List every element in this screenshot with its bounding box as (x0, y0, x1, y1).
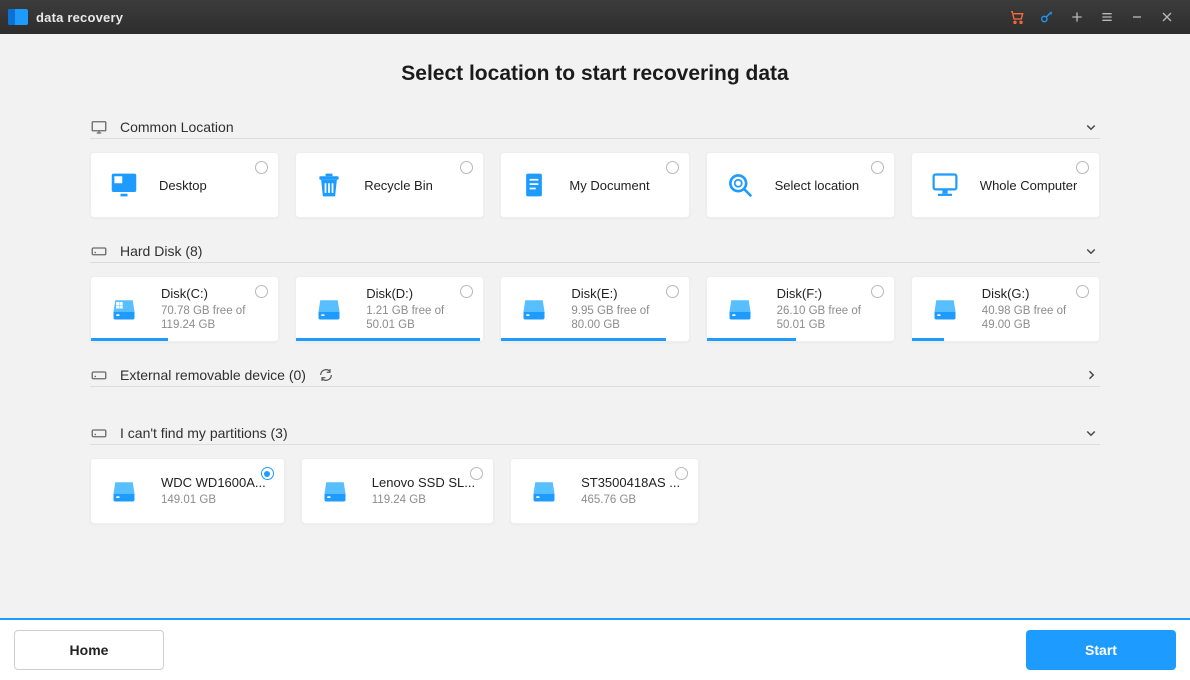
disk-label: Disk(E:) (571, 286, 670, 301)
lost-partition-card[interactable]: Lenovo SSD SL... 119.24 GB (301, 458, 494, 524)
usage-bar (707, 338, 797, 341)
radio-indicator (666, 161, 679, 174)
radio-indicator (666, 285, 679, 298)
partition-label: ST3500418AS ... (581, 475, 680, 490)
app-title: data recovery (36, 10, 123, 25)
footer: Home Start (0, 618, 1190, 680)
disk-card[interactable]: Disk(E:) 9.95 GB free of 80.00 GB (500, 276, 689, 342)
section-header-lost[interactable]: I can't find my partitions (3) (90, 422, 1100, 445)
radio-indicator (1076, 161, 1089, 174)
card-label: Select location (775, 178, 860, 193)
lost-partitions-grid: WDC WD1600A... 149.01 GB Lenovo SSD SL... 1… (90, 458, 1100, 524)
monitor-icon (90, 118, 108, 136)
disk-card[interactable]: Disk(D:) 1.21 GB free of 50.01 GB (295, 276, 484, 342)
titlebar: data recovery (0, 0, 1190, 34)
disk-card[interactable]: Disk(C:) 70.78 GB free of 119.24 GB (90, 276, 279, 342)
common-location-card[interactable]: My Document (500, 152, 689, 218)
chevron-down-icon (1082, 242, 1100, 260)
usage-bar (91, 338, 168, 341)
usage-bar (296, 338, 479, 341)
chevron-right-icon (1082, 366, 1100, 384)
disk-info: 9.95 GB free of 80.00 GB (571, 304, 670, 333)
radio-indicator (261, 467, 274, 480)
disk-info: 26.10 GB free of 50.01 GB (777, 304, 876, 333)
drive-icon (90, 242, 108, 260)
lost-partition-card[interactable]: WDC WD1600A... 149.01 GB (90, 458, 285, 524)
partition-label: WDC WD1600A... (161, 475, 266, 490)
section-header-common[interactable]: Common Location (90, 116, 1100, 139)
disk-label: Disk(G:) (982, 286, 1081, 301)
section-label: Common Location (120, 119, 1070, 135)
key-icon[interactable] (1032, 2, 1062, 32)
section-label: External removable device (0) (120, 367, 306, 383)
section-label: I can't find my partitions (3) (120, 425, 1070, 441)
card-label: Whole Computer (980, 178, 1078, 193)
menu-icon[interactable] (1092, 2, 1122, 32)
plus-icon[interactable] (1062, 2, 1092, 32)
chevron-down-icon (1082, 424, 1100, 442)
home-button[interactable]: Home (14, 630, 164, 670)
radio-indicator (871, 161, 884, 174)
lost-partition-card[interactable]: ST3500418AS ... 465.76 GB (510, 458, 699, 524)
radio-indicator (255, 161, 268, 174)
radio-indicator (255, 285, 268, 298)
partition-size: 119.24 GB (372, 493, 475, 507)
common-location-card[interactable]: Whole Computer (911, 152, 1100, 218)
drive-icon (90, 424, 108, 442)
usage-bar (501, 338, 666, 341)
section-header-harddisk[interactable]: Hard Disk (8) (90, 240, 1100, 263)
radio-indicator (1076, 285, 1089, 298)
disk-info: 40.98 GB free of 49.00 GB (982, 304, 1081, 333)
section-header-external[interactable]: External removable device (0) (90, 364, 1100, 387)
section-label: Hard Disk (8) (120, 243, 1070, 259)
radio-indicator (460, 161, 473, 174)
card-label: Recycle Bin (364, 178, 433, 193)
disk-info: 1.21 GB free of 50.01 GB (366, 304, 465, 333)
refresh-icon[interactable] (318, 367, 334, 383)
cart-icon[interactable] (1002, 2, 1032, 32)
radio-indicator (871, 285, 884, 298)
app-logo-icon (8, 9, 28, 25)
usage-bar (912, 338, 944, 341)
partition-size: 149.01 GB (161, 493, 266, 507)
page-title: Select location to start recovering data (90, 62, 1100, 86)
minimize-icon[interactable] (1122, 2, 1152, 32)
card-label: Desktop (159, 178, 207, 193)
disk-info: 70.78 GB free of 119.24 GB (161, 304, 260, 333)
chevron-down-icon (1082, 118, 1100, 136)
disk-label: Disk(F:) (777, 286, 876, 301)
disk-card[interactable]: Disk(F:) 26.10 GB free of 50.01 GB (706, 276, 895, 342)
card-label: My Document (569, 178, 649, 193)
drive-icon (90, 366, 108, 384)
common-location-card[interactable]: Desktop (90, 152, 279, 218)
common-location-grid: Desktop Recycle Bin My Document Select loca… (90, 152, 1100, 218)
start-button[interactable]: Start (1026, 630, 1176, 670)
disk-card[interactable]: Disk(G:) 40.98 GB free of 49.00 GB (911, 276, 1100, 342)
radio-indicator (460, 285, 473, 298)
disk-label: Disk(D:) (366, 286, 465, 301)
hard-disk-grid: Disk(C:) 70.78 GB free of 119.24 GB Disk(D… (90, 276, 1100, 342)
main-content: Select location to start recovering data… (0, 34, 1190, 618)
disk-label: Disk(C:) (161, 286, 260, 301)
common-location-card[interactable]: Recycle Bin (295, 152, 484, 218)
radio-indicator (470, 467, 483, 480)
partition-size: 465.76 GB (581, 493, 680, 507)
common-location-card[interactable]: Select location (706, 152, 895, 218)
close-icon[interactable] (1152, 2, 1182, 32)
radio-indicator (675, 467, 688, 480)
partition-label: Lenovo SSD SL... (372, 475, 475, 490)
